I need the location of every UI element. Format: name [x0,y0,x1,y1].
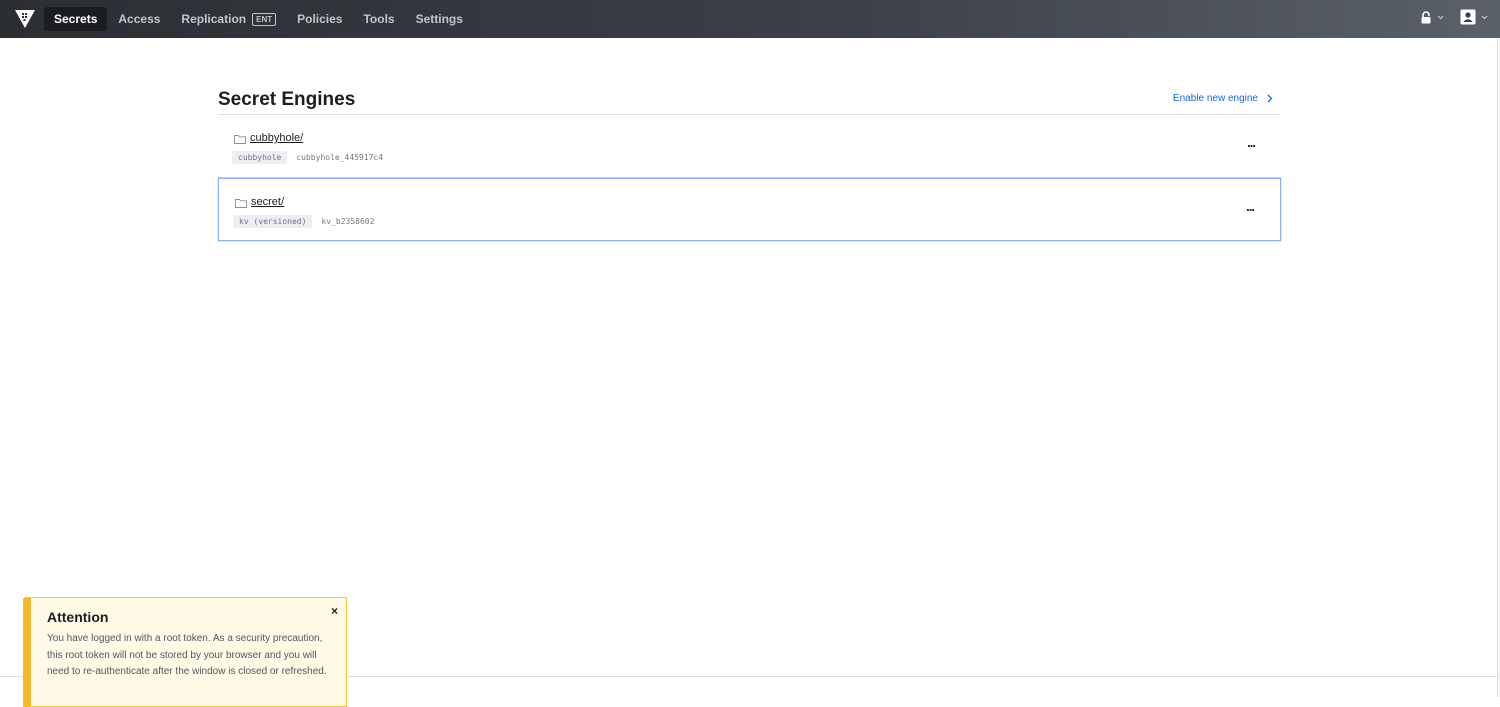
chevron-down-icon [1437,15,1444,19]
engine-meta: kv (versioned) kv_b2358602 [233,215,374,228]
user-icon [1460,9,1476,25]
folder-icon [234,135,246,144]
user-menu[interactable] [1460,9,1488,25]
nav-item-settings[interactable]: Settings [406,7,473,31]
engine-path: secret/ [251,196,285,208]
root-token-warning-flash: Attention × You have logged in with a ro… [23,597,347,707]
nav-item-policies[interactable]: Policies [287,7,352,31]
nav-item-label: Settings [415,12,463,26]
flash-message: You have logged in with a root token. As… [47,633,327,677]
enable-new-engine-label: Enable new engine [1172,93,1258,104]
lock-icon [1421,10,1431,23]
engine-accessor: kv_b2358602 [321,217,375,226]
vault-logo-icon[interactable] [14,9,36,29]
nav-right [1404,9,1488,25]
more-options-button[interactable]: ... [1247,135,1256,150]
nav-item-label: Tools [363,12,395,26]
engine-type-tag: kv (versioned) [233,215,313,228]
ent-badge: ENT [252,12,277,26]
chevron-right-icon [1267,94,1273,103]
engine-accessor: cubbyhole_445917c4 [296,153,384,162]
chevron-down-icon [1481,15,1488,19]
nav-item-replication[interactable]: Replication ENT [171,7,286,31]
engine-path: cubbyhole/ [250,132,304,144]
engine-meta: cubbyhole cubbyhole_445917c4 [232,151,383,164]
flash-title: Attention [47,609,109,625]
folder-icon [235,199,247,208]
engine-link-cubbyhole[interactable]: cubbyhole/ [234,132,303,144]
nav-item-access[interactable]: Access [108,7,170,31]
list-item[interactable]: secret/ kv (versioned) kv_b2358602 ... [218,178,1281,241]
top-navbar: Secrets Access Replication ENT Policies … [0,0,1500,38]
nav-item-secrets[interactable]: Secrets [44,7,108,31]
seal-menu[interactable] [1420,10,1444,24]
engine-link-secret[interactable]: secret/ [235,196,284,208]
page-title: Secret Engines [218,89,356,110]
list-item[interactable]: cubbyhole/ cubbyhole cubbyhole_445917c4 … [218,115,1281,178]
engine-type-tag: cubbyhole [232,151,288,164]
more-options-button[interactable]: ... [1246,199,1255,214]
nav-items: Secrets Access Replication ENT Policies … [44,7,474,31]
nav-item-label: Access [118,12,161,26]
nav-item-label: Policies [297,12,343,26]
close-button[interactable]: × [331,604,338,618]
enable-new-engine-link[interactable]: Enable new engine [1173,93,1273,104]
nav-item-tools[interactable]: Tools [353,7,404,31]
nav-item-label: Replication [181,12,247,26]
nav-item-label: Secrets [54,12,98,26]
